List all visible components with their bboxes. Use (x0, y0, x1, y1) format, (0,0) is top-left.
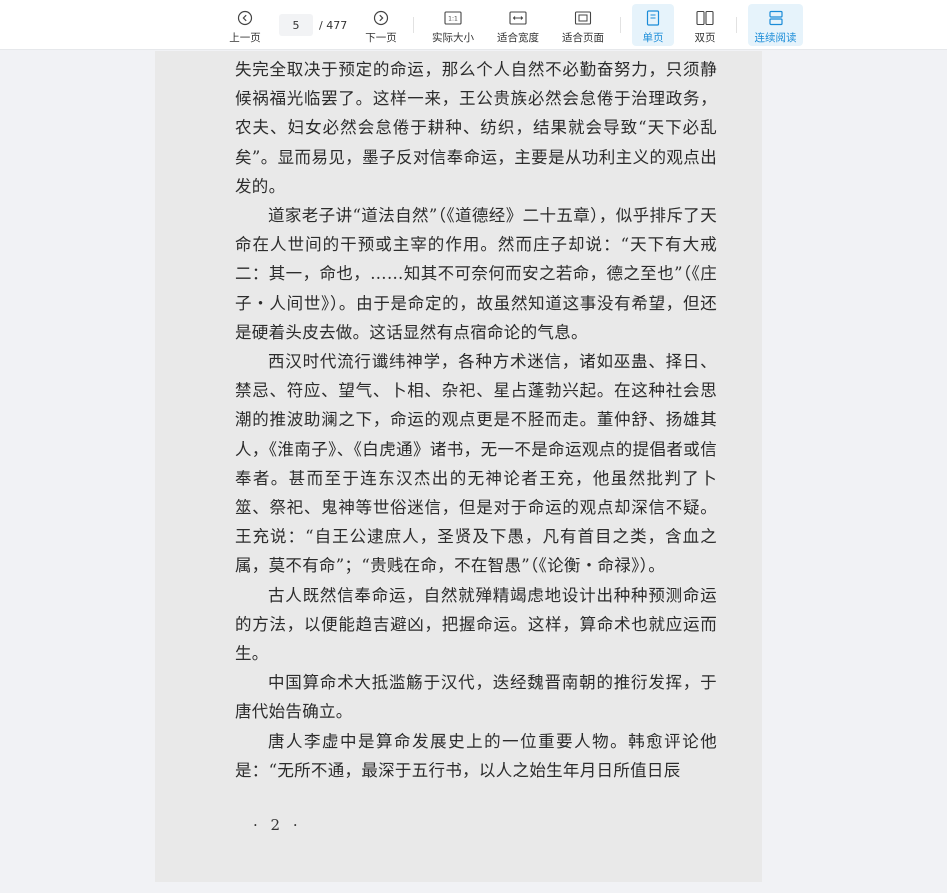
svg-text:1:1: 1:1 (448, 16, 458, 23)
fit-page-button[interactable]: 适合页面 (558, 4, 608, 46)
toolbar-divider (620, 17, 621, 33)
actual-size-icon: 1:1 (444, 9, 462, 27)
paragraph: 西汉时代流行谶纬神学，各种方术迷信，诸如巫蛊、择日、禁忌、符应、望气、卜相、杂祀… (235, 352, 717, 576)
double-page-button[interactable]: 双页 (686, 4, 724, 46)
prev-page-label: 上一页 (229, 32, 261, 44)
single-page-button[interactable]: 单页 (632, 4, 674, 46)
total-pages: / 477 (319, 18, 348, 32)
bottom-strip (0, 882, 947, 893)
continuous-reading-label: 连续阅读 (754, 32, 797, 44)
single-page-icon (644, 9, 662, 27)
actual-size-button[interactable]: 1:1 实际大小 (428, 4, 478, 46)
fit-width-label: 适合宽度 (497, 32, 539, 44)
continuous-reading-button[interactable]: 连续阅读 (748, 4, 803, 46)
prev-page-button[interactable]: 上一页 (226, 4, 264, 46)
paragraph: 失完全取决于预定的命运，那么个人自然不必勤奋努力，只须静候祸福光临罢了。这样一来… (235, 60, 717, 196)
fit-width-button[interactable]: 适合宽度 (493, 4, 543, 46)
double-page-label: 双页 (694, 32, 716, 44)
chevron-right-circle-icon (372, 9, 390, 27)
toolbar-divider (413, 17, 414, 33)
current-page-input[interactable] (279, 14, 313, 36)
next-page-label: 下一页 (365, 32, 397, 44)
paragraph: 中国算命术大抵滥觞于汉代，迭经魏晋南朝的推衍发挥，于唐代始告确立。 (235, 673, 717, 722)
actual-size-label: 实际大小 (432, 32, 474, 44)
fit-page-label: 适合页面 (562, 32, 604, 44)
fit-page-icon (574, 9, 592, 27)
paragraph: 古人既然信奉命运，自然就殚精竭虑地设计出种种预测命运的方法，以便能趋吉避凶，把握… (235, 585, 717, 664)
single-page-label: 单页 (642, 32, 664, 44)
fit-width-icon (509, 9, 527, 27)
next-page-button[interactable]: 下一页 (362, 4, 400, 46)
document-page: 失完全取决于预定的命运，那么个人自然不必勤奋努力，只须静候祸福光临罢了。这样一来… (155, 51, 762, 882)
toolbar-divider (736, 17, 737, 33)
chevron-left-circle-icon (236, 9, 254, 27)
page-number: · 2 · (253, 816, 302, 834)
paragraph: 唐人李虚中是算命发展史上的一位重要人物。韩愈评论他是：“无所不通，最深于五行书，… (235, 731, 717, 780)
continuous-scroll-icon (767, 9, 785, 27)
page-text: 失完全取决于预定的命运，那么个人自然不必勤奋努力，只须静候祸福光临罢了。这样一来… (235, 55, 717, 785)
paragraph: 道家老子讲“道法自然”（《道德经》二十五章），似乎排斥了天命在人世间的干预或主宰… (235, 206, 717, 342)
double-page-icon (696, 9, 714, 27)
page-indicator: / 477 (279, 14, 347, 36)
viewer-toolbar: 上一页 / 477 下一页 1:1 实际大小 适合宽度 适合页面 单页 (0, 0, 947, 50)
